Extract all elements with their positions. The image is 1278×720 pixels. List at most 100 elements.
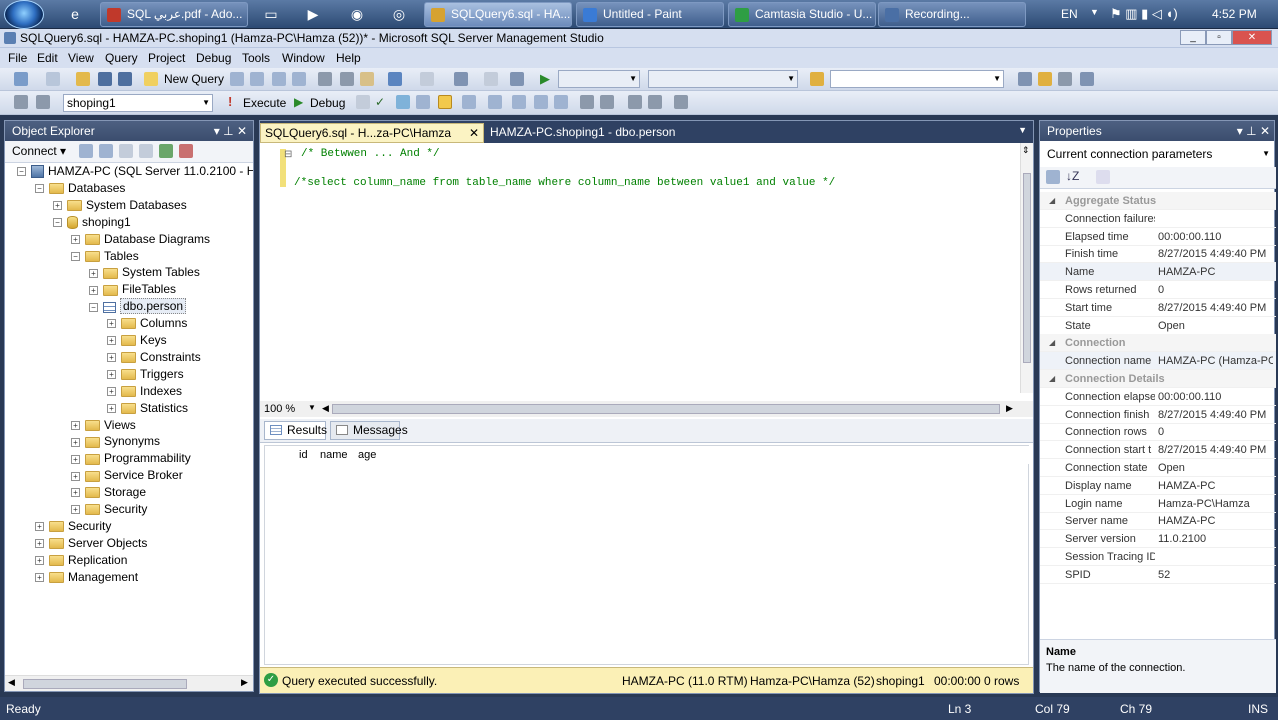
expand-icon[interactable]: + xyxy=(107,319,116,329)
property-row[interactable]: Finish time 8/27/2015 4:49:40 PM xyxy=(1040,245,1276,264)
property-row[interactable]: Connection name HAMZA-PC (Hamza-PC\Hamza) xyxy=(1040,352,1276,371)
parse-icon[interactable]: ✓ xyxy=(375,95,385,109)
property-row[interactable]: Server version 11.0.2100 xyxy=(1040,530,1276,549)
tray-chevron-icon[interactable]: ▼ xyxy=(1090,7,1099,17)
redo-icon[interactable] xyxy=(420,72,434,86)
property-row[interactable]: Connection elapsed 00:00:00.110 xyxy=(1040,388,1276,406)
media-player-icon[interactable]: ▶ xyxy=(296,3,330,26)
taskbar-button[interactable]: Camtasia Studio - U... xyxy=(728,2,876,27)
connect-icon[interactable] xyxy=(14,95,28,109)
increase-indent-icon[interactable] xyxy=(648,95,662,109)
column-id[interactable]: id xyxy=(299,449,308,461)
tree-node[interactable]: + Indexes xyxy=(107,383,182,400)
expand-icon[interactable]: + xyxy=(35,556,44,566)
properties-close-icon[interactable]: ▾ ⊥ ✕ xyxy=(1237,121,1270,141)
debug-button[interactable]: Debug xyxy=(310,96,345,110)
property-row[interactable]: Elapsed time 00:00:00.110 xyxy=(1040,228,1276,246)
property-row[interactable]: Connection start t 8/27/2015 4:49:40 PM xyxy=(1040,441,1276,460)
tree-node[interactable]: + Security xyxy=(35,518,111,535)
menu-project[interactable]: Project xyxy=(148,51,185,65)
property-category[interactable]: ◢ Connection xyxy=(1040,334,1276,353)
connect-icon[interactable] xyxy=(79,144,93,158)
menu-view[interactable]: View xyxy=(68,51,94,65)
sql-editor[interactable]: ⊟ /* Betwwen ... And */ /*select column_… xyxy=(260,143,1020,393)
property-row[interactable]: Connection rows 0 xyxy=(1040,423,1276,442)
cancel-query-icon[interactable] xyxy=(356,95,370,109)
scroll-right-icon[interactable]: ▶ xyxy=(241,677,248,688)
editor-hscroll-thumb[interactable] xyxy=(332,404,1000,414)
refresh-icon[interactable] xyxy=(159,144,173,158)
query-designer-icon[interactable] xyxy=(416,95,430,109)
change-connection-icon[interactable] xyxy=(36,95,50,109)
hscroll-right-icon[interactable]: ▶ xyxy=(1006,403,1013,414)
new-query-button[interactable]: New Query xyxy=(164,72,224,86)
new-query-icon[interactable] xyxy=(144,72,158,86)
zoom-combo[interactable]: 100 % xyxy=(264,403,295,415)
tree-node[interactable]: + Columns xyxy=(107,315,187,332)
tree-node[interactable]: + System Tables xyxy=(89,264,200,281)
db-query-icon[interactable] xyxy=(230,72,244,86)
tree-node[interactable]: + System Databases xyxy=(53,197,187,214)
tree-node[interactable]: + Triggers xyxy=(107,366,184,383)
expand-icon[interactable]: + xyxy=(71,488,80,498)
solution-config-combo[interactable]: ▼ xyxy=(558,70,640,88)
stop-icon[interactable] xyxy=(119,144,133,158)
expand-icon[interactable]: + xyxy=(71,234,80,244)
activity-monitor-icon[interactable] xyxy=(179,144,193,158)
property-row[interactable]: Name HAMZA-PC xyxy=(1040,263,1276,282)
expand-icon[interactable]: + xyxy=(71,454,80,464)
expand-icon[interactable]: + xyxy=(107,353,116,363)
tree-node[interactable]: − shoping1 xyxy=(53,214,131,231)
property-row[interactable]: SPID 52 xyxy=(1040,566,1276,584)
tree-node[interactable]: + Server Objects xyxy=(35,535,147,552)
expand-icon[interactable]: + xyxy=(107,370,116,380)
taskbar-button[interactable]: SQLQuery6.sql - HA... xyxy=(424,2,572,27)
tab-results[interactable]: Results xyxy=(264,421,327,440)
disconnect-icon[interactable] xyxy=(99,144,113,158)
clock[interactable]: 4:52 PM xyxy=(1212,7,1257,21)
new-window-icon[interactable] xyxy=(484,72,498,86)
property-row[interactable]: Connection finish 8/27/2015 4:49:40 PM xyxy=(1040,406,1276,424)
scroll-left-icon[interactable]: ◀ xyxy=(8,677,15,688)
expand-icon[interactable]: + xyxy=(71,505,80,515)
comment-icon[interactable] xyxy=(580,95,594,109)
filter-icon[interactable] xyxy=(139,144,153,158)
platform-combo[interactable]: ▼ xyxy=(648,70,798,88)
expand-icon[interactable]: + xyxy=(35,522,44,532)
find-icon[interactable] xyxy=(810,72,824,86)
taskbar-button[interactable]: Recording... xyxy=(878,2,1026,27)
expand-icon[interactable]: + xyxy=(107,387,116,397)
editor-vertical-scrollbar[interactable]: ⇕ xyxy=(1020,143,1033,393)
property-pages-icon[interactable] xyxy=(1096,170,1110,184)
open-file-icon[interactable] xyxy=(76,72,90,86)
new-project-icon[interactable] xyxy=(14,72,28,86)
property-category[interactable]: ◢ Connection Details xyxy=(1040,370,1276,388)
solution-icon[interactable] xyxy=(510,72,524,86)
expand-icon[interactable]: + xyxy=(53,201,62,211)
menu-query[interactable]: Query xyxy=(105,51,138,65)
tab-messages[interactable]: Messages xyxy=(330,421,408,440)
category-collapse-icon[interactable]: ◢ xyxy=(1049,370,1055,388)
property-row[interactable]: Start time 8/27/2015 4:49:40 PM xyxy=(1040,299,1276,317)
zoom-dropdown-icon[interactable]: ▼ xyxy=(308,403,316,412)
save-all-icon[interactable] xyxy=(118,72,132,86)
execute-button[interactable]: Execute xyxy=(243,96,286,110)
debug-icon[interactable]: ▶ xyxy=(294,95,303,109)
language-indicator[interactable]: EN xyxy=(1061,7,1078,21)
properties-object-selector[interactable]: Current connection parameters ▼ xyxy=(1044,145,1272,165)
maximize-button[interactable]: ▫ xyxy=(1206,30,1232,45)
tree-node[interactable]: + Security xyxy=(71,501,147,518)
tree-node[interactable]: − Databases xyxy=(35,180,125,197)
tree-node[interactable]: + Synonyms xyxy=(71,433,160,450)
split-icon[interactable]: ⇕ xyxy=(1022,145,1030,156)
results-text-icon[interactable] xyxy=(512,95,526,109)
menu-edit[interactable]: Edit xyxy=(37,51,58,65)
xmla-query-icon[interactable] xyxy=(292,72,306,86)
tree-node[interactable]: + Statistics xyxy=(107,400,188,417)
expand-icon[interactable]: + xyxy=(35,572,44,582)
ie-icon[interactable]: e xyxy=(58,3,92,26)
results-grid[interactable]: id name age xyxy=(264,445,1030,665)
column-age[interactable]: age xyxy=(358,449,376,461)
collapse-icon[interactable]: ⊟ xyxy=(284,149,292,160)
menu-tools[interactable]: Tools xyxy=(242,51,270,65)
